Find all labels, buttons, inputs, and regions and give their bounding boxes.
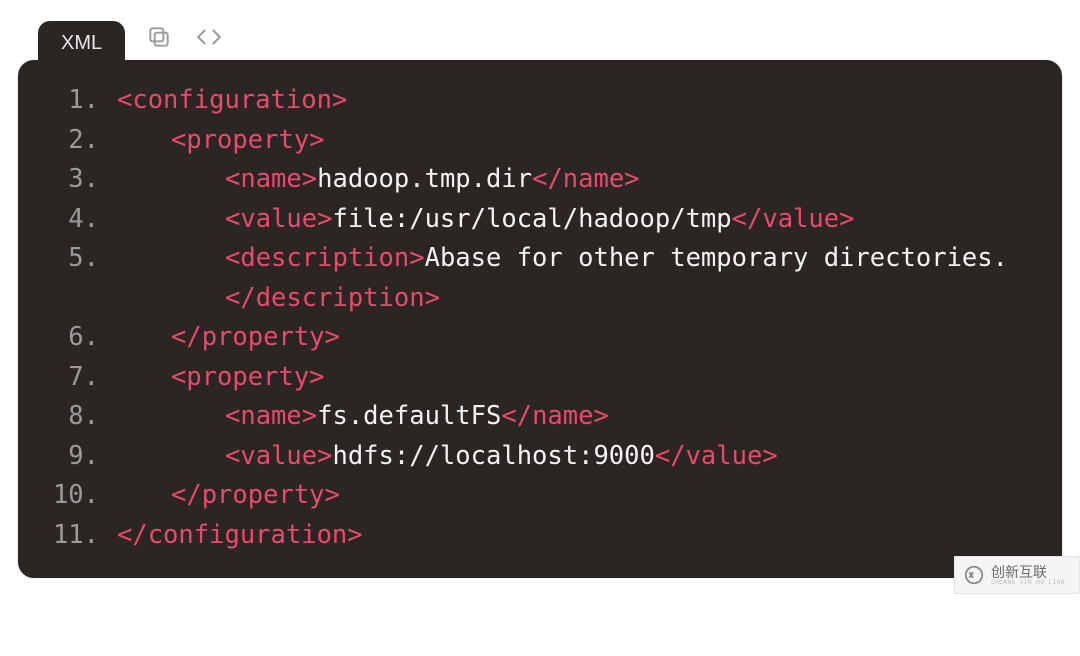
line-content: <name>fs.defaultFS</name> xyxy=(117,397,1037,437)
xml-tag: <value> xyxy=(225,441,332,471)
code-line: 6. </property> xyxy=(29,318,1037,358)
code-line: 2. <property> xyxy=(29,121,1037,161)
code-line: 9.<value>hdfs://localhost:9000</value> xyxy=(29,437,1037,477)
xml-tag: </configuration> xyxy=(117,520,363,550)
line-content: <description>Abase for other temporary d… xyxy=(117,239,1037,318)
tab-xml[interactable]: XML xyxy=(38,21,125,65)
watermark-subtext: CHUANG XIN HU LIAN xyxy=(991,579,1065,586)
xml-tag: </name> xyxy=(532,164,639,194)
line-content: </property> xyxy=(117,318,1037,358)
line-content: <property> xyxy=(117,358,1037,398)
code-line: 3.<name>hadoop.tmp.dir</name> xyxy=(29,160,1037,200)
code-line: 4.<value>file:/usr/local/hadoop/tmp</val… xyxy=(29,200,1037,240)
watermark-logo-icon xyxy=(963,564,985,586)
xml-tag: </property> xyxy=(171,480,340,510)
xml-tag: <name> xyxy=(225,401,317,431)
line-number: 6. xyxy=(29,318,117,358)
line-content: <property> xyxy=(117,121,1037,161)
line-content: <name>hadoop.tmp.dir</name> xyxy=(117,160,1037,200)
watermark-text: 创新互联 xyxy=(991,565,1065,579)
code-block[interactable]: 1.<configuration>2.<property>3.<name>had… xyxy=(29,81,1037,555)
xml-text: hdfs://localhost:9000 xyxy=(332,441,654,471)
xml-tag: <property> xyxy=(171,125,325,155)
line-number: 10. xyxy=(29,476,117,516)
xml-text: file:/usr/local/hadoop/tmp xyxy=(332,204,731,234)
line-number: 11. xyxy=(29,516,117,556)
line-number: 5. xyxy=(29,239,117,279)
xml-tag: </property> xyxy=(171,322,340,352)
xml-tag: <value> xyxy=(225,204,332,234)
line-number: 2. xyxy=(29,121,117,161)
xml-tag: <description> xyxy=(225,243,425,273)
watermark: 创新互联 CHUANG XIN HU LIAN xyxy=(954,556,1080,594)
line-number: 7. xyxy=(29,358,117,398)
tab-bar: XML xyxy=(18,14,1062,60)
xml-tag: <configuration> xyxy=(117,85,347,115)
xml-text: Abase for other temporary directories. xyxy=(425,243,1008,273)
line-content: <configuration> xyxy=(117,81,1037,121)
xml-text: fs.defaultFS xyxy=(317,401,501,431)
line-content: <value>hdfs://localhost:9000</value> xyxy=(117,437,1037,477)
line-number: 1. xyxy=(29,81,117,121)
line-content: </configuration> xyxy=(117,516,1037,556)
xml-tag: </value> xyxy=(732,204,855,234)
code-line: 7. <property> xyxy=(29,358,1037,398)
xml-tag: </description> xyxy=(225,283,440,313)
code-panel: 1.<configuration>2.<property>3.<name>had… xyxy=(18,60,1062,578)
code-line: 11.</configuration> xyxy=(29,516,1037,556)
copy-icon[interactable] xyxy=(143,21,175,53)
line-number: 3. xyxy=(29,160,117,200)
code-line: 10. </property> xyxy=(29,476,1037,516)
line-number: 9. xyxy=(29,437,117,477)
watermark-text-group: 创新互联 CHUANG XIN HU LIAN xyxy=(991,565,1065,586)
xml-tag: <property> xyxy=(171,362,325,392)
line-number: 8. xyxy=(29,397,117,437)
code-line: 5.<description>Abase for other temporary… xyxy=(29,239,1037,318)
xml-tag: </value> xyxy=(655,441,778,471)
tab-label: XML xyxy=(61,32,102,54)
xml-tag: <name> xyxy=(225,164,317,194)
line-content: </property> xyxy=(117,476,1037,516)
line-content: <value>file:/usr/local/hadoop/tmp</value… xyxy=(117,200,1037,240)
code-line: 8.<name>fs.defaultFS</name> xyxy=(29,397,1037,437)
xml-text: hadoop.tmp.dir xyxy=(317,164,532,194)
line-number: 4. xyxy=(29,200,117,240)
xml-tag: </name> xyxy=(501,401,608,431)
code-line: 1.<configuration> xyxy=(29,81,1037,121)
code-icon[interactable] xyxy=(193,21,225,53)
